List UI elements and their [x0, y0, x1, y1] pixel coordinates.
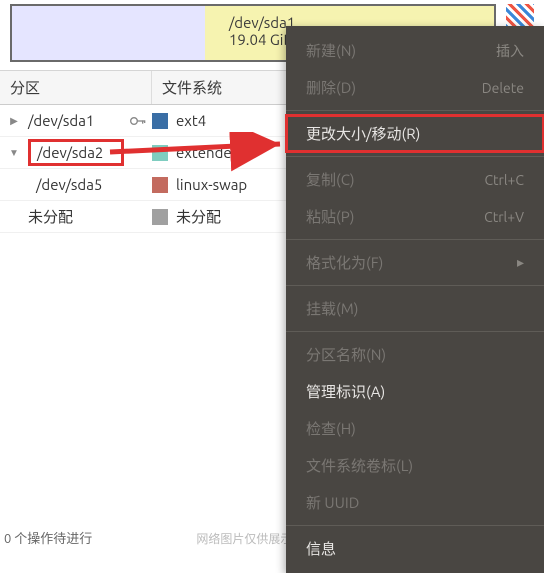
menu-separator: [286, 110, 544, 111]
menu-label: 信息: [306, 538, 336, 559]
menu-label: 新 UUID: [306, 492, 359, 513]
fs-swatch: [152, 145, 168, 161]
menu-separator: [286, 331, 544, 332]
menu-separator: [286, 525, 544, 526]
menu-info[interactable]: 信息: [286, 530, 544, 567]
menu-new[interactable]: 新建(N) 插入: [286, 32, 544, 69]
menu-shortcut: Ctrl+C: [484, 172, 524, 188]
partition-name: /dev/sda5: [28, 176, 124, 193]
context-menu: 新建(N) 插入 删除(D) Delete 更改大小/移动(R) 复制(C) C…: [286, 26, 544, 573]
menu-label: 格式化为(F): [306, 252, 383, 273]
menu-manage-flags[interactable]: 管理标识(A): [286, 373, 544, 410]
menu-label: 粘贴(P): [306, 206, 354, 227]
menu-label: 删除(D): [306, 77, 356, 98]
chevron-right-icon: ▸: [517, 254, 524, 271]
menu-label: 分区名称(N): [306, 344, 386, 365]
menu-resize-move[interactable]: 更改大小/移动(R): [286, 115, 544, 152]
menu-label: 复制(C): [306, 169, 355, 190]
menu-label: 文件系统卷标(L): [306, 455, 413, 476]
header-partition[interactable]: 分区: [0, 71, 152, 104]
pending-ops: 0 个操作待进行: [4, 528, 92, 547]
menu-delete[interactable]: 删除(D) Delete: [286, 69, 544, 106]
fs-swatch: [152, 113, 168, 129]
menu-copy[interactable]: 复制(C) Ctrl+C: [286, 161, 544, 198]
menu-partition-name[interactable]: 分区名称(N): [286, 336, 544, 373]
menu-label: 更改大小/移动(R): [306, 123, 420, 144]
menu-mount[interactable]: 挂载(M): [286, 290, 544, 327]
menu-shortcut: Delete: [482, 80, 524, 96]
menu-format[interactable]: 格式化为(F) ▸: [286, 244, 544, 281]
menu-label: 检查(H): [306, 418, 356, 439]
expand-icon[interactable]: ▶: [0, 115, 28, 127]
menu-new-uuid[interactable]: 新 UUID: [286, 484, 544, 521]
partition-name: /dev/sda1: [28, 112, 124, 129]
menu-separator: [286, 285, 544, 286]
menu-label: 管理标识(A): [306, 381, 385, 402]
fs-swatch: [152, 209, 168, 225]
menu-shortcut: Ctrl+V: [484, 209, 524, 225]
fs-swatch: [152, 177, 168, 193]
menu-shortcut: 插入: [496, 41, 524, 61]
menu-separator: [286, 156, 544, 157]
expand-icon[interactable]: ▼: [0, 147, 28, 159]
partition-name: 未分配: [28, 206, 124, 227]
menu-label: 挂载(M): [306, 298, 359, 319]
menu-paste[interactable]: 粘贴(P) Ctrl+V: [286, 198, 544, 235]
menu-label: 新建(N): [306, 40, 356, 61]
menu-check[interactable]: 检查(H): [286, 410, 544, 447]
partition-name: /dev/sda2: [28, 139, 124, 166]
menu-separator: [286, 239, 544, 240]
lock-icon: [124, 115, 152, 127]
menu-fs-label[interactable]: 文件系统卷标(L): [286, 447, 544, 484]
